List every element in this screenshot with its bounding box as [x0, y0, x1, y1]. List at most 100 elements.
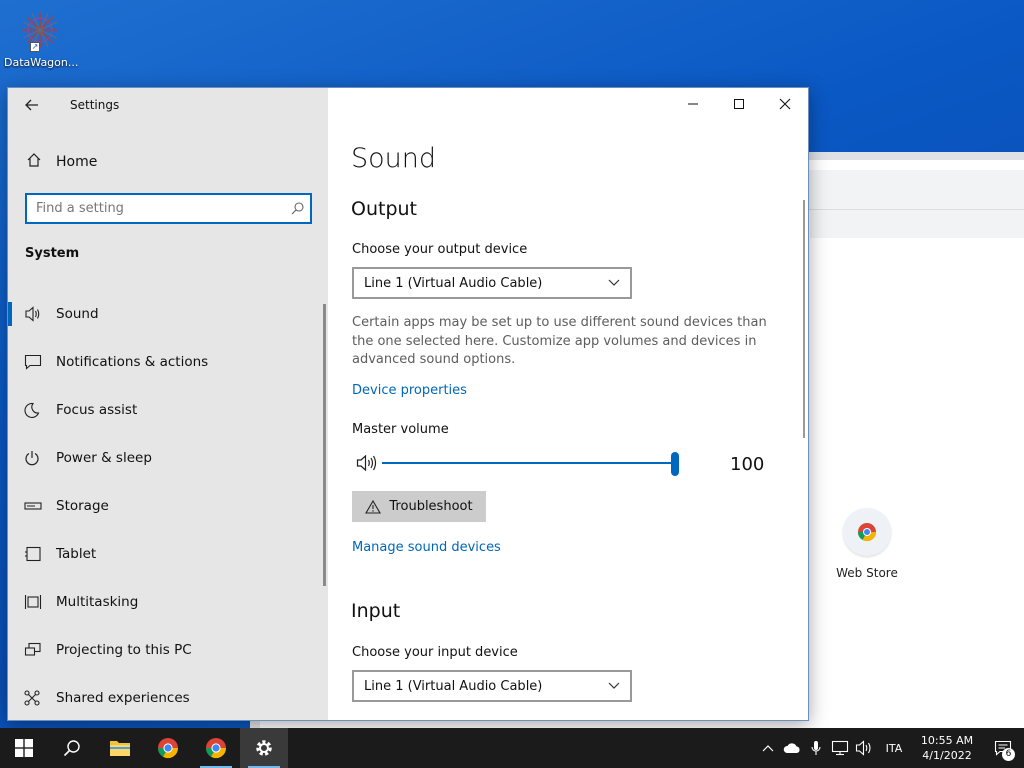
input-language-indicator[interactable]: ITA	[876, 742, 912, 755]
power-icon	[24, 450, 56, 466]
troubleshoot-label: Troubleshoot	[389, 499, 473, 514]
minimize-icon	[688, 103, 698, 105]
datawagon-logo-icon: ↗	[18, 8, 62, 52]
nav-item-label: Notifications & actions	[56, 354, 209, 370]
shared-icon	[24, 690, 56, 706]
folder-icon	[110, 741, 130, 756]
output-device-value: Line 1 (Virtual Audio Cable)	[364, 275, 543, 291]
nav-section-heading: System	[25, 246, 80, 261]
file-explorer-button[interactable]	[96, 728, 144, 768]
settings-window: Settings Home System Sound	[7, 87, 809, 721]
tray-chevron-up-icon[interactable]	[756, 728, 780, 768]
settings-taskbar-button[interactable]	[240, 728, 288, 768]
content-scrollbar[interactable]	[803, 200, 805, 438]
start-button[interactable]	[0, 728, 48, 768]
chrome-icon	[157, 738, 179, 759]
window-title: Settings	[70, 98, 120, 112]
search-icon[interactable]	[284, 202, 310, 215]
desktop-icon-datawagon[interactable]: ↗ DataWagon...	[4, 8, 79, 69]
output-device-dropdown[interactable]: Line 1 (Virtual Audio Cable)	[352, 267, 632, 299]
nav-item-notifications[interactable]: Notifications & actions	[8, 338, 328, 386]
maximize-button[interactable]	[716, 88, 762, 120]
nav-item-label: Focus assist	[56, 402, 138, 418]
settings-nav-pane: Settings Home System Sound	[8, 88, 328, 720]
system-tray: ITA 10:55 AM 4/1/2022 6	[756, 728, 1024, 768]
tablet-icon	[24, 546, 56, 562]
settings-content-pane: Sound Output Choose your output device L…	[328, 88, 808, 720]
maximize-icon	[734, 99, 744, 109]
nav-item-label: Projecting to this PC	[56, 642, 192, 658]
nav-item-power-sleep[interactable]: Power & sleep	[8, 434, 328, 482]
nav-item-label: Multitasking	[56, 594, 139, 610]
nav-item-label: Storage	[56, 498, 109, 514]
taskbar: ITA 10:55 AM 4/1/2022 6	[0, 728, 1024, 768]
chrome-button[interactable]	[144, 728, 192, 768]
nav-item-label: Shared experiences	[56, 690, 190, 706]
search-input[interactable]	[27, 201, 284, 216]
search-field[interactable]	[25, 193, 312, 224]
speaker-icon	[24, 306, 56, 322]
message-icon	[24, 354, 56, 370]
volume-slider-thumb[interactable]	[671, 452, 679, 476]
nav-item-projecting[interactable]: Projecting to this PC	[8, 626, 328, 674]
volume-slider-track[interactable]	[382, 462, 676, 464]
nav-item-label: Sound	[56, 306, 99, 322]
nav-item-focus-assist[interactable]: Focus assist	[8, 386, 328, 434]
nav-item-label: Tablet	[56, 546, 97, 562]
input-heading: Input	[351, 600, 401, 622]
action-center-button[interactable]: 6	[982, 728, 1024, 768]
web-store-label: Web Store	[836, 566, 898, 580]
multitasking-icon	[24, 594, 56, 610]
minimize-button[interactable]	[670, 88, 716, 120]
warning-icon	[365, 499, 382, 514]
nav-item-sound[interactable]: Sound	[8, 290, 328, 338]
microphone-icon[interactable]	[804, 728, 828, 768]
nav-item-shared-experiences[interactable]: Shared experiences	[8, 674, 328, 720]
troubleshoot-button[interactable]: Troubleshoot	[352, 491, 486, 522]
back-arrow-icon	[25, 99, 38, 111]
chrome-running-button[interactable]	[192, 728, 240, 768]
chrome-web-store-icon	[843, 508, 891, 556]
close-button[interactable]	[762, 88, 808, 120]
output-description: Certain apps may be set up to use differ…	[352, 315, 767, 367]
nav-list: Sound Notifications & actions Focus assi…	[8, 290, 328, 720]
web-store-shortcut[interactable]: Web Store	[832, 508, 902, 580]
title-bar: Settings	[8, 88, 328, 122]
device-properties-link[interactable]: Device properties	[352, 383, 467, 398]
manage-sound-devices-link[interactable]: Manage sound devices	[352, 540, 501, 555]
notification-count-badge: 6	[1002, 748, 1015, 761]
output-heading: Output	[351, 198, 417, 220]
search-icon	[63, 740, 80, 757]
page-title: Sound	[351, 143, 437, 174]
input-device-value: Line 1 (Virtual Audio Cable)	[364, 678, 543, 694]
nav-item-tablet[interactable]: Tablet	[8, 530, 328, 578]
windows-logo-icon	[15, 739, 33, 757]
clock-date: 4/1/2022	[922, 749, 972, 762]
home-icon	[26, 152, 56, 172]
projecting-icon	[24, 642, 56, 658]
input-device-dropdown[interactable]: Line 1 (Virtual Audio Cable)	[352, 670, 632, 702]
moon-icon	[24, 402, 56, 418]
taskbar-search-button[interactable]	[48, 728, 96, 768]
nav-item-storage[interactable]: Storage	[8, 482, 328, 530]
volume-icon[interactable]	[852, 728, 876, 768]
nav-home[interactable]: Home	[8, 148, 97, 176]
onedrive-cloud-icon[interactable]	[780, 728, 804, 768]
speaker-volume-icon[interactable]	[356, 454, 378, 476]
window-controls	[670, 88, 808, 120]
back-button[interactable]	[8, 88, 56, 122]
network-icon[interactable]	[828, 728, 852, 768]
clock[interactable]: 10:55 AM 4/1/2022	[912, 733, 982, 763]
chevron-down-icon	[608, 279, 620, 286]
nav-scrollbar[interactable]	[323, 304, 326, 586]
browser-bar-segment	[810, 210, 1024, 238]
output-device-label: Choose your output device	[352, 242, 528, 257]
shortcut-arrow-icon: ↗	[30, 42, 40, 52]
close-icon	[779, 98, 791, 110]
chrome-icon	[205, 738, 227, 759]
clock-time: 10:55 AM	[920, 734, 974, 747]
master-volume-control: 100	[352, 450, 772, 478]
desktop-icon-label: DataWagon...	[4, 56, 79, 69]
volume-value: 100	[730, 454, 765, 475]
nav-item-multitasking[interactable]: Multitasking	[8, 578, 328, 626]
